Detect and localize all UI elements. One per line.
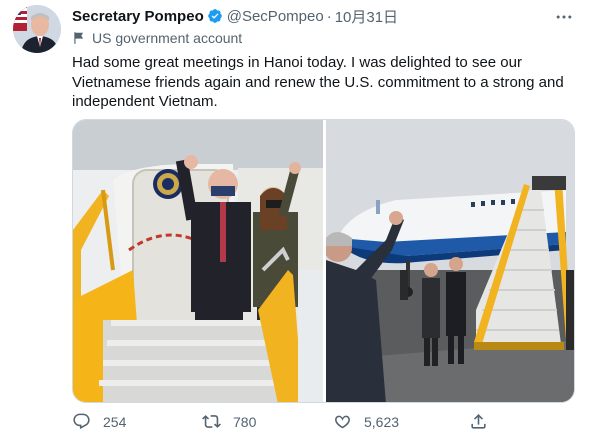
tweet-date[interactable]: 10月31日 [335, 6, 398, 27]
like-button[interactable]: 5,623 [333, 412, 399, 431]
photo-tarmac[interactable] [326, 120, 574, 402]
share-icon [471, 414, 486, 429]
reply-button[interactable]: 254 [72, 412, 126, 431]
retweet-icon [202, 415, 221, 428]
reply-icon [73, 413, 90, 430]
tweet-text: Had some great meetings in Hanoi today. … [72, 54, 564, 110]
government-account-label[interactable]: US government account [72, 30, 242, 46]
tweet-media[interactable] [72, 119, 575, 403]
tweet-actions: 254 780 5,623 [72, 412, 572, 434]
separator-dot: · [326, 7, 332, 25]
retweet-count: 780 [233, 413, 257, 430]
share-button[interactable] [469, 412, 500, 431]
retweet-button[interactable]: 780 [202, 412, 256, 431]
author-name[interactable]: Secretary Pompeo [72, 8, 204, 25]
more-options-icon[interactable] [554, 7, 574, 27]
flag-icon [74, 32, 84, 44]
author-handle[interactable]: @SecPompeo [227, 8, 324, 25]
tweet-card[interactable]: Secretary Pompeo @SecPompeo · 10月31日 US … [0, 0, 590, 446]
reply-count: 254 [103, 413, 127, 430]
avatar[interactable] [13, 5, 61, 53]
like-heart-icon [335, 415, 350, 429]
like-count: 5,623 [364, 413, 400, 430]
government-account-text: US government account [92, 30, 243, 46]
verified-badge-icon [207, 9, 222, 23]
tweet-header: Secretary Pompeo @SecPompeo · 10月31日 [72, 6, 398, 26]
photo-plane-door[interactable] [73, 120, 323, 402]
